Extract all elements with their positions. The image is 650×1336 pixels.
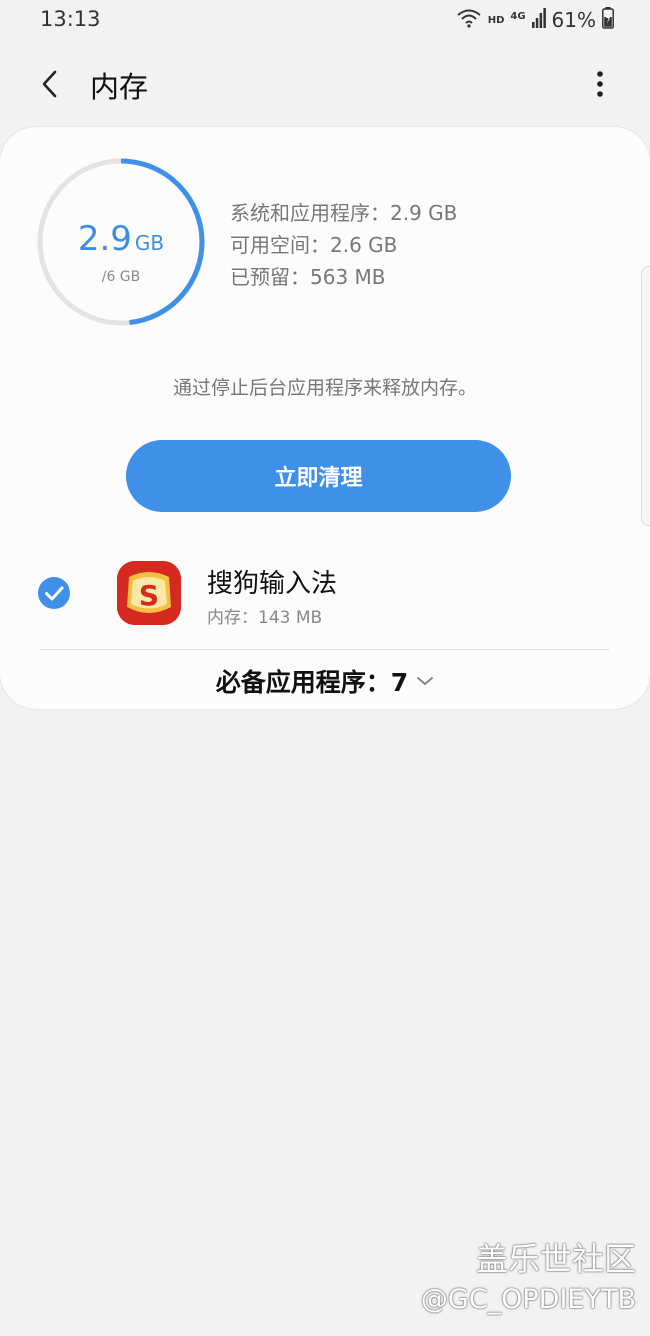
essential-apps-toggle[interactable]: 必备应用程序：7	[0, 661, 650, 701]
page-title: 内存	[90, 70, 149, 104]
status-indicators: HD 4G 61%	[456, 6, 614, 34]
free-memory-hint: 通过停止后台应用程序来释放内存。	[172, 377, 477, 399]
wifi-icon	[456, 8, 482, 32]
memory-card: 2.9 GB /6 GB 系统和应用程序：2.9 GB 可用空间：2.6 GB 已…	[0, 127, 650, 709]
watermark-handle: @GC_OPDIEYTB	[420, 1284, 636, 1315]
more-vertical-icon	[597, 71, 603, 97]
memory-total: /6 GB	[101, 269, 141, 285]
hd-indicator: HD	[487, 14, 505, 26]
memory-used-readout: 2.9 GB	[36, 219, 206, 259]
chevron-down-icon	[417, 677, 434, 685]
check-circle-icon[interactable]	[37, 576, 71, 610]
app-memory: 内存：143 MB	[207, 608, 323, 628]
list-item[interactable]: S 搜狗输入法 内存：143 MB	[0, 551, 650, 641]
sogou-app-icon: S	[117, 561, 181, 625]
stat-reserved: 已预留：563 MB	[230, 265, 386, 289]
battery-icon	[602, 7, 614, 33]
memory-stats: 系统和应用程序：2.9 GB 可用空间：2.6 GB 已预留：563 MB	[230, 197, 457, 293]
back-button[interactable]	[28, 62, 72, 106]
watermark-title: 盖乐世社区	[475, 1240, 636, 1278]
memory-used-value: 2.9	[77, 219, 132, 259]
status-time: 13:13	[40, 7, 101, 31]
stat-available: 可用空间：2.6 GB	[230, 233, 398, 257]
divider	[40, 649, 609, 650]
more-options-button[interactable]	[580, 62, 620, 106]
stat-system-apps: 系统和应用程序：2.9 GB	[230, 201, 458, 225]
network-type: 4G	[510, 10, 526, 22]
essential-apps-label: 必备应用程序：7	[215, 668, 409, 697]
status-bar: 13:13 HD 4G 61%	[0, 0, 650, 40]
clean-now-button[interactable]: 立即清理	[126, 440, 511, 512]
sogou-logo-glyph: S	[139, 579, 159, 612]
scroll-handle[interactable]	[641, 266, 650, 526]
chevron-left-icon	[42, 70, 57, 98]
app-name: 搜狗输入法	[207, 569, 338, 599]
battery-percent: 61%	[551, 8, 596, 32]
memory-used-unit: GB	[134, 231, 165, 255]
signal-icon	[531, 8, 546, 32]
app-bar: 内存	[0, 46, 650, 122]
